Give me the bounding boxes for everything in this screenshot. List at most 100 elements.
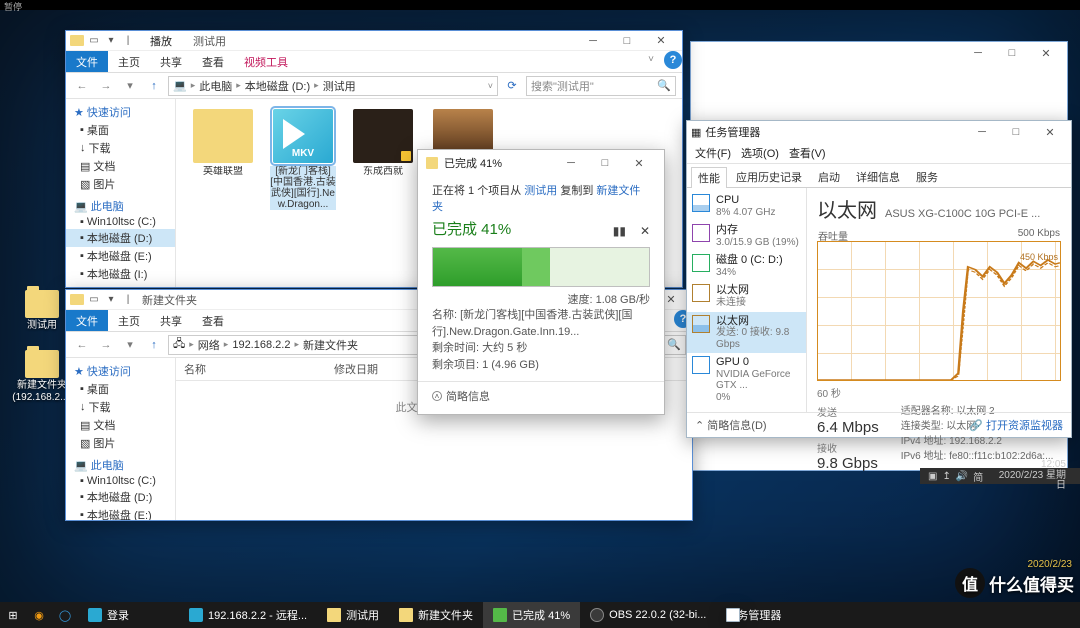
taskbar-app[interactable]: 登录 xyxy=(78,602,139,628)
ribbon-view[interactable]: 查看 xyxy=(192,310,234,331)
taskbar-app[interactable]: 已完成 41% xyxy=(483,602,580,628)
minimize-button[interactable]: ─ xyxy=(576,31,610,51)
close-button[interactable]: ✕ xyxy=(622,153,656,173)
contextual-tab[interactable]: 播放 xyxy=(138,32,184,50)
taskbar-app[interactable]: 任务管理器 xyxy=(716,602,791,628)
tray-icon[interactable]: ↥ xyxy=(942,471,950,482)
menu-options[interactable]: 选项(O) xyxy=(741,145,779,161)
up-button[interactable]: ↑ xyxy=(144,335,164,355)
dropdown-icon[interactable]: ▾ xyxy=(104,34,118,48)
nav-item[interactable]: ▧ 图片 xyxy=(66,434,175,452)
close-button[interactable]: ✕ xyxy=(644,31,678,51)
back-button[interactable]: ← xyxy=(72,76,92,96)
perf-memory[interactable]: 内存3.0/15.9 GB (19%) xyxy=(687,221,806,251)
tray-icon[interactable]: 🔊 xyxy=(956,471,968,482)
minimize-button[interactable]: ─ xyxy=(965,122,999,142)
tab-performance[interactable]: 性能 xyxy=(691,167,727,188)
cancel-button[interactable]: ✕ xyxy=(640,224,650,238)
ribbon-share[interactable]: 共享 xyxy=(150,51,192,72)
ribbon-video-tools[interactable]: 视频工具 xyxy=(234,51,298,72)
perf-ethernet[interactable]: 以太网未连接 xyxy=(687,281,806,311)
menu-file[interactable]: 文件(F) xyxy=(695,145,731,161)
file-item[interactable]: 东成西就 xyxy=(350,109,416,177)
nav-drive[interactable]: ▪ 本地磁盘 (I:) xyxy=(66,265,175,283)
up-button[interactable]: ↑ xyxy=(144,76,164,96)
tab-startup[interactable]: 启动 xyxy=(811,166,847,187)
desktop-icon-folder[interactable]: 测试用 xyxy=(12,290,72,332)
help-button[interactable]: ? xyxy=(664,51,682,69)
perf-cpu[interactable]: CPU8% 4.07 GHz xyxy=(687,191,806,221)
clock[interactable]: 12:052020/2/23 星期日 xyxy=(988,460,1072,492)
fewer-details-toggle[interactable]: ⌃ 简略信息(D) xyxy=(695,417,767,433)
tray-ime[interactable]: 简 xyxy=(973,469,983,484)
back-button[interactable]: ← xyxy=(72,335,92,355)
taskbar-app[interactable]: OBS 22.0.2 (32-bi... xyxy=(580,602,716,628)
minimize-button[interactable]: ─ xyxy=(554,153,588,173)
nav-item[interactable]: ↓ 下载 xyxy=(66,398,175,416)
perf-gpu[interactable]: GPU 0NVIDIA GeForce GTX ...0% xyxy=(687,353,806,406)
nav-item[interactable]: ▤ 文档 xyxy=(66,416,175,434)
folder-icon xyxy=(327,608,341,622)
nav-this-pc[interactable]: 💻 此电脑 xyxy=(66,197,175,215)
nav-this-pc[interactable]: 💻 此电脑 xyxy=(66,456,175,474)
maximize-button[interactable]: □ xyxy=(995,43,1029,63)
nav-drive[interactable]: ▪ 本地磁盘 (E:) xyxy=(66,506,175,520)
file-item[interactable]: MKV [新龙门客栈][中国香港.古装武侠][国行].New.Dragon... xyxy=(270,109,336,210)
taskbar-app[interactable]: 192.168.2.2 - 远程... xyxy=(179,602,317,628)
start-button[interactable]: ⊞ xyxy=(0,602,26,628)
ribbon-home[interactable]: 主页 xyxy=(108,51,150,72)
perf-disk[interactable]: 磁盘 0 (C: D:)34% xyxy=(687,251,806,281)
nav-quick-access[interactable]: ★ 快速访问 xyxy=(66,362,175,380)
props-icon[interactable]: ▭ xyxy=(87,293,101,307)
ribbon-share[interactable]: 共享 xyxy=(150,310,192,331)
minimize-button[interactable]: ─ xyxy=(961,43,995,63)
ribbon-home[interactable]: 主页 xyxy=(108,310,150,331)
fewer-details-toggle[interactable]: ˄简略信息 xyxy=(432,388,650,404)
close-button[interactable]: ✕ xyxy=(1033,122,1067,142)
tab-app-history[interactable]: 应用历史记录 xyxy=(729,166,809,187)
taskbar-app[interactable]: 测试用 xyxy=(317,602,389,628)
tab-details[interactable]: 详细信息 xyxy=(849,166,907,187)
maximize-button[interactable]: □ xyxy=(999,122,1033,142)
ribbon-file[interactable]: 文件 xyxy=(66,51,108,72)
maximize-button[interactable]: □ xyxy=(588,153,622,173)
nav-drive[interactable]: ▪ 本地磁盘 (D:) xyxy=(66,488,175,506)
desktop-icon-shortcut[interactable]: 新建文件夹 (192.168.2...) xyxy=(12,350,72,403)
nav-item[interactable]: ▪ 桌面 xyxy=(66,380,175,398)
recent-locations[interactable]: ▾ xyxy=(120,335,140,355)
taskbar-app[interactable]: 新建文件夹 xyxy=(389,602,483,628)
dropdown-icon[interactable]: ▾ xyxy=(104,293,118,307)
nav-drive[interactable]: ▪ 本地磁盘 (E:) xyxy=(66,247,175,265)
maximize-button[interactable]: □ xyxy=(610,31,644,51)
refresh-button[interactable]: ⟳ xyxy=(502,76,522,96)
taskbar-app[interactable]: ◯ xyxy=(52,602,78,628)
nav-drive[interactable]: ▪ Win10ltsc (C:) xyxy=(66,474,175,488)
recent-locations[interactable]: ▾ xyxy=(120,76,140,96)
ribbon-file[interactable]: 文件 xyxy=(66,310,108,331)
task-manager: ▦ 任务管理器 ─ □ ✕ 文件(F) 选项(O) 查看(V) 性能 应用历史记… xyxy=(686,120,1072,438)
ribbon-expand-icon[interactable]: ˅ xyxy=(642,51,660,72)
file-item[interactable]: 英雄联盟 xyxy=(190,109,256,177)
taskbar-app[interactable]: ◉ xyxy=(26,602,52,628)
pause-button[interactable]: ▮▮ xyxy=(613,224,626,238)
tab-services[interactable]: 服务 xyxy=(909,166,945,187)
perf-ethernet[interactable]: 以太网发送: 0 接收: 9.8 Gbps xyxy=(687,312,806,354)
close-button[interactable]: ✕ xyxy=(1029,43,1063,63)
nav-item[interactable]: ▪ 桌面 xyxy=(66,121,175,139)
chevron-down-icon[interactable]: ˅ xyxy=(488,81,493,91)
nav-drive[interactable]: ▪ Win10ltsc (C:) xyxy=(66,215,175,229)
copy-details: 名称: [新龙门客栈][中国香港.古装武侠][国行].New.Dragon.Ga… xyxy=(432,307,650,373)
breadcrumb[interactable]: 💻 ▸此电脑 ▸本地磁盘 (D:) ▸测试用 ˅ xyxy=(168,76,498,96)
folder-icon xyxy=(25,350,59,378)
props-icon[interactable]: ▭ xyxy=(87,34,101,48)
menu-view[interactable]: 查看(V) xyxy=(789,145,826,161)
nav-item[interactable]: ▤ 文档 xyxy=(66,157,175,175)
ribbon-view[interactable]: 查看 xyxy=(192,51,234,72)
open-resmon-link[interactable]: 🔗 打开资源监视器 xyxy=(969,417,1063,433)
nav-item[interactable]: ↓ 下载 xyxy=(66,139,175,157)
nav-quick-access[interactable]: ★ 快速访问 xyxy=(66,103,175,121)
search-input[interactable]: 搜索"测试用"🔍 xyxy=(526,76,676,96)
tray-icon[interactable]: ▣ xyxy=(928,471,937,482)
nav-item[interactable]: ▧ 图片 xyxy=(66,175,175,193)
nav-drive[interactable]: ▪ 本地磁盘 (D:) xyxy=(66,229,175,247)
